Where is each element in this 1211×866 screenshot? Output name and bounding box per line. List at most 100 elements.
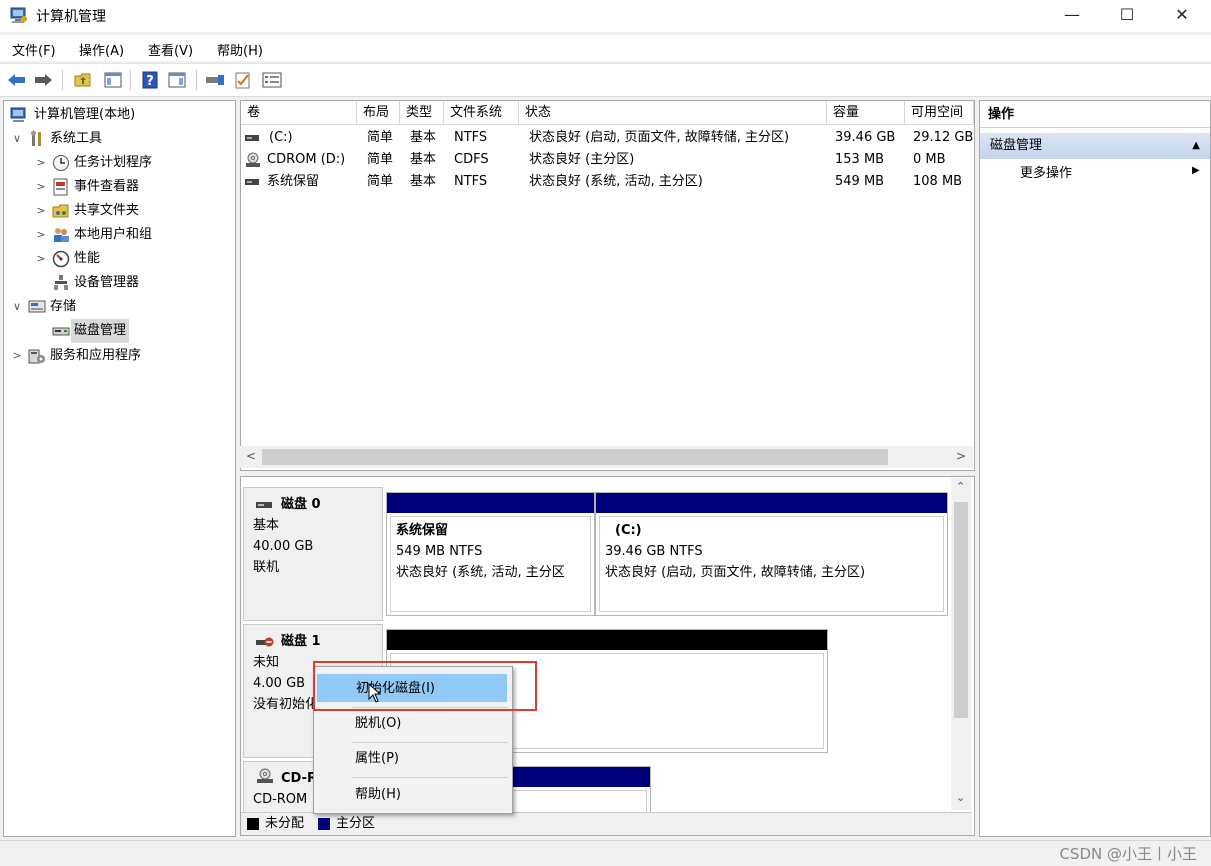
menu-view[interactable]: 查看(V) — [148, 40, 193, 59]
mouse-cursor-icon — [368, 683, 382, 703]
help-icon: ? — [142, 71, 158, 89]
disk-status: 联机 — [253, 560, 280, 575]
help-button[interactable]: ? — [140, 70, 160, 90]
forward-button[interactable] — [33, 70, 53, 90]
menu-item-help[interactable]: 帮助(H) — [317, 781, 507, 809]
menu-separator — [352, 742, 508, 743]
disk-size: 40.00 GB — [253, 539, 314, 554]
toolbar-separator — [62, 70, 63, 90]
partition-status: 状态良好 (启动, 页面文件, 故障转储, 主分区) — [605, 565, 866, 580]
partition-status: 状态良好 (系统, 活动, 主分区 — [396, 565, 565, 580]
tree-item-label: 计算机管理(本地) — [34, 107, 136, 122]
connect-button[interactable] — [205, 70, 225, 90]
primary-partition-bar — [387, 493, 594, 513]
cell-layout: 简单 — [367, 152, 394, 167]
column-header-free-space[interactable]: 可用空间 — [905, 101, 974, 125]
status-bar: CSDN @小王丨小王 — [0, 840, 1211, 866]
cell-volume: CDROM (D:) — [267, 152, 346, 167]
folder-up-icon — [74, 73, 91, 87]
event-viewer-icon — [53, 178, 68, 196]
maximize-button[interactable]: ☐ — [1104, 0, 1150, 32]
legend-unallocated: 未分配 — [265, 816, 305, 831]
tree-expander: > — [36, 252, 46, 265]
column-header-volume[interactable]: 卷 — [241, 101, 357, 125]
disk-0-label[interactable]: 磁盘 0 基本 40.00 GB 联机 — [243, 487, 383, 621]
performance-icon — [52, 250, 70, 268]
column-header-type[interactable]: 类型 — [400, 101, 444, 125]
scroll-down-icon[interactable]: ⌄ — [956, 791, 965, 804]
check-button[interactable] — [233, 70, 253, 90]
cell-capacity: 153 MB — [835, 152, 885, 167]
submenu-arrow-icon: ▶ — [1192, 165, 1200, 176]
cell-type: 基本 — [410, 152, 437, 167]
actions-header: 操作 — [980, 101, 1210, 128]
partition-details: 系统保留 549 MB NTFS 状态良好 (系统, 活动, 主分区 — [390, 516, 591, 612]
users-icon — [54, 228, 69, 242]
menu-item-properties[interactable]: 属性(P) — [317, 745, 507, 773]
column-header-filesystem[interactable]: 文件系统 — [444, 101, 519, 125]
more-actions-item[interactable]: 更多操作 — [1020, 163, 1072, 185]
cell-free-space: 108 MB — [913, 174, 963, 189]
back-button[interactable] — [7, 70, 27, 90]
tree-item-label: 事件查看器 — [74, 179, 140, 194]
partition-size: 549 MB NTFS — [396, 544, 483, 559]
scrollbar-thumb[interactable] — [262, 449, 888, 465]
minimize-button[interactable]: — — [1049, 0, 1095, 32]
close-button[interactable]: ✕ — [1159, 0, 1205, 32]
column-header-layout[interactable]: 布局 — [357, 101, 400, 125]
horizontal-scrollbar[interactable]: < > — [240, 446, 973, 468]
action-pane-icon — [168, 72, 186, 88]
tree-item-label: 任务计划程序 — [74, 155, 153, 170]
properties-button[interactable] — [262, 70, 282, 90]
disk-error-icon — [256, 637, 274, 647]
partition-name: (C:) — [615, 523, 642, 538]
menu-item-offline[interactable]: 脱机(O) — [317, 710, 507, 738]
tree-item-label: 存储 — [50, 299, 77, 314]
partition-c[interactable]: (C:) 39.46 GB NTFS 状态良好 (启动, 页面文件, 故障转储,… — [595, 492, 948, 616]
table-row[interactable]: CDROM (D:) 简单 基本 CDFS 状态良好 (主分区) 153 MB … — [241, 149, 974, 171]
column-header-capacity[interactable]: 容量 — [827, 101, 905, 125]
disk-type: 基本 — [253, 518, 280, 533]
cell-filesystem: NTFS — [454, 174, 488, 189]
partition-size: 39.46 GB NTFS — [605, 544, 703, 559]
show-hide-tree-button[interactable] — [103, 70, 123, 90]
window-title: 计算机管理 — [36, 9, 106, 25]
table-row[interactable]: (C:) 简单 基本 NTFS 状态良好 (启动, 页面文件, 故障转储, 主分… — [241, 127, 974, 149]
partition-system-reserved[interactable]: 系统保留 549 MB NTFS 状态良好 (系统, 活动, 主分区 — [386, 492, 595, 616]
shared-folder-icon — [52, 204, 69, 218]
cell-volume: (C:) — [269, 130, 293, 145]
cd-drive-icon — [246, 152, 260, 167]
column-header-status[interactable]: 状态 — [519, 101, 827, 125]
cell-capacity: 549 MB — [835, 174, 885, 189]
toolbar-separator — [196, 70, 197, 90]
highlight-box — [313, 661, 537, 711]
tree-item-label: 共享文件夹 — [74, 203, 140, 218]
disk-icon — [256, 502, 272, 508]
cell-volume: 系统保留 — [267, 174, 320, 189]
tree-item-label: 服务和应用程序 — [50, 348, 142, 363]
tree-item-label: 性能 — [74, 251, 101, 266]
menu-bar: 文件(F) 操作(A) 查看(V) 帮助(H) — [0, 35, 1211, 61]
tree-expander: > — [36, 180, 46, 193]
scroll-right-icon[interactable]: > — [956, 449, 966, 463]
cell-free-space: 0 MB — [913, 152, 946, 167]
menu-file[interactable]: 文件(F) — [12, 40, 56, 59]
up-level-button[interactable] — [73, 70, 93, 90]
device-manager-icon — [54, 275, 68, 290]
actions-pane: 操作 磁盘管理 ▲ 更多操作 ▶ — [979, 100, 1211, 837]
menu-help[interactable]: 帮助(H) — [217, 40, 263, 59]
menu-action[interactable]: 操作(A) — [79, 40, 124, 59]
tree-item-label: 磁盘管理 — [71, 319, 130, 343]
cell-layout: 简单 — [367, 174, 394, 189]
scroll-left-icon[interactable]: < — [246, 449, 256, 463]
partition-details: (C:) 39.46 GB NTFS 状态良好 (启动, 页面文件, 故障转储,… — [599, 516, 944, 612]
vertical-scrollbar[interactable]: ⌃ ⌄ — [951, 478, 971, 810]
scroll-up-icon[interactable]: ⌃ — [956, 480, 965, 493]
forward-arrow-icon — [35, 74, 52, 86]
cell-filesystem: NTFS — [454, 130, 488, 145]
scrollbar-thumb[interactable] — [954, 502, 968, 718]
table-row[interactable]: 系统保留 简单 基本 NTFS 状态良好 (系统, 活动, 主分区) 549 M… — [241, 171, 974, 193]
actions-section-disk-management[interactable]: 磁盘管理 ▲ — [980, 133, 1210, 159]
show-action-pane-button[interactable] — [167, 70, 187, 90]
collapse-icon[interactable]: ▲ — [1192, 133, 1200, 159]
